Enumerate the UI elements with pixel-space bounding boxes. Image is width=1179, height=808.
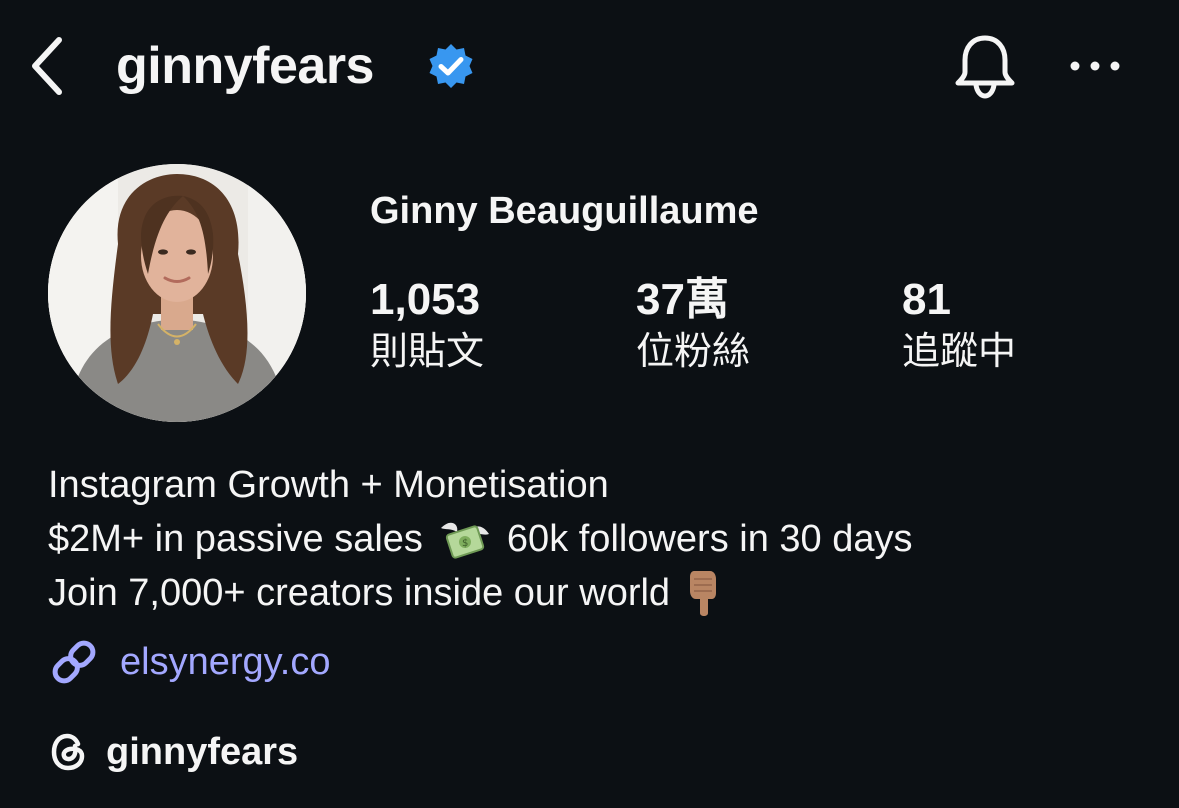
back-button[interactable] <box>22 34 72 98</box>
threads-icon <box>51 733 85 771</box>
profile-full-name: Ginny Beauguillaume <box>370 190 759 232</box>
bio-text: $2M+ in passive sales <box>48 518 423 560</box>
following-label: 追蹤中 <box>902 329 1017 373</box>
posts-count: 1,053 <box>370 275 481 324</box>
threads-handle[interactable]: ginnyfears <box>106 722 298 782</box>
followers-count: 37萬 <box>636 275 729 324</box>
more-options-button[interactable] <box>1064 44 1126 88</box>
avatar-photo <box>48 164 306 422</box>
following-stat[interactable]: 81 追蹤中 <box>902 274 1016 376</box>
bell-icon <box>955 35 1015 99</box>
chevron-left-icon <box>32 37 62 95</box>
verified-badge-icon <box>429 44 473 88</box>
posts-label: 則貼文 <box>370 329 485 373</box>
bio-line-2: $2M+ in passive sales $ 60k followers in… <box>48 512 1148 566</box>
bio-line-3: Join 7,000+ creators inside our world <box>48 566 1148 620</box>
bio-line-1: Instagram Growth + Monetisation <box>48 458 1148 512</box>
profile-username: ginnyfears <box>116 37 374 95</box>
svg-text:$: $ <box>462 538 468 549</box>
profile-avatar[interactable] <box>48 164 306 422</box>
posts-stat[interactable]: 1,053 則貼文 <box>370 274 484 376</box>
pointing-down-emoji <box>684 567 724 619</box>
followers-stat[interactable]: 37萬 位粉絲 <box>636 274 750 376</box>
more-horizontal-icon <box>1070 61 1120 71</box>
website-link-text[interactable]: elsynergy.co <box>120 632 331 692</box>
profile-bio: Instagram Growth + Monetisation $2M+ in … <box>48 458 1148 620</box>
notifications-button[interactable] <box>950 30 1020 104</box>
bio-text: 60k followers in 30 days <box>506 518 913 560</box>
threads-link[interactable]: ginnyfears <box>48 722 298 782</box>
money-with-wings-emoji: $ <box>437 514 493 564</box>
following-count: 81 <box>902 275 951 324</box>
bio-text: Join 7,000+ creators inside our world <box>48 572 671 614</box>
followers-label: 位粉絲 <box>636 329 751 373</box>
bio-text: Instagram Growth + Monetisation <box>48 464 609 506</box>
website-link[interactable]: elsynergy.co <box>48 632 331 692</box>
top-bar: ginnyfears <box>0 0 1179 140</box>
link-icon <box>52 640 96 684</box>
